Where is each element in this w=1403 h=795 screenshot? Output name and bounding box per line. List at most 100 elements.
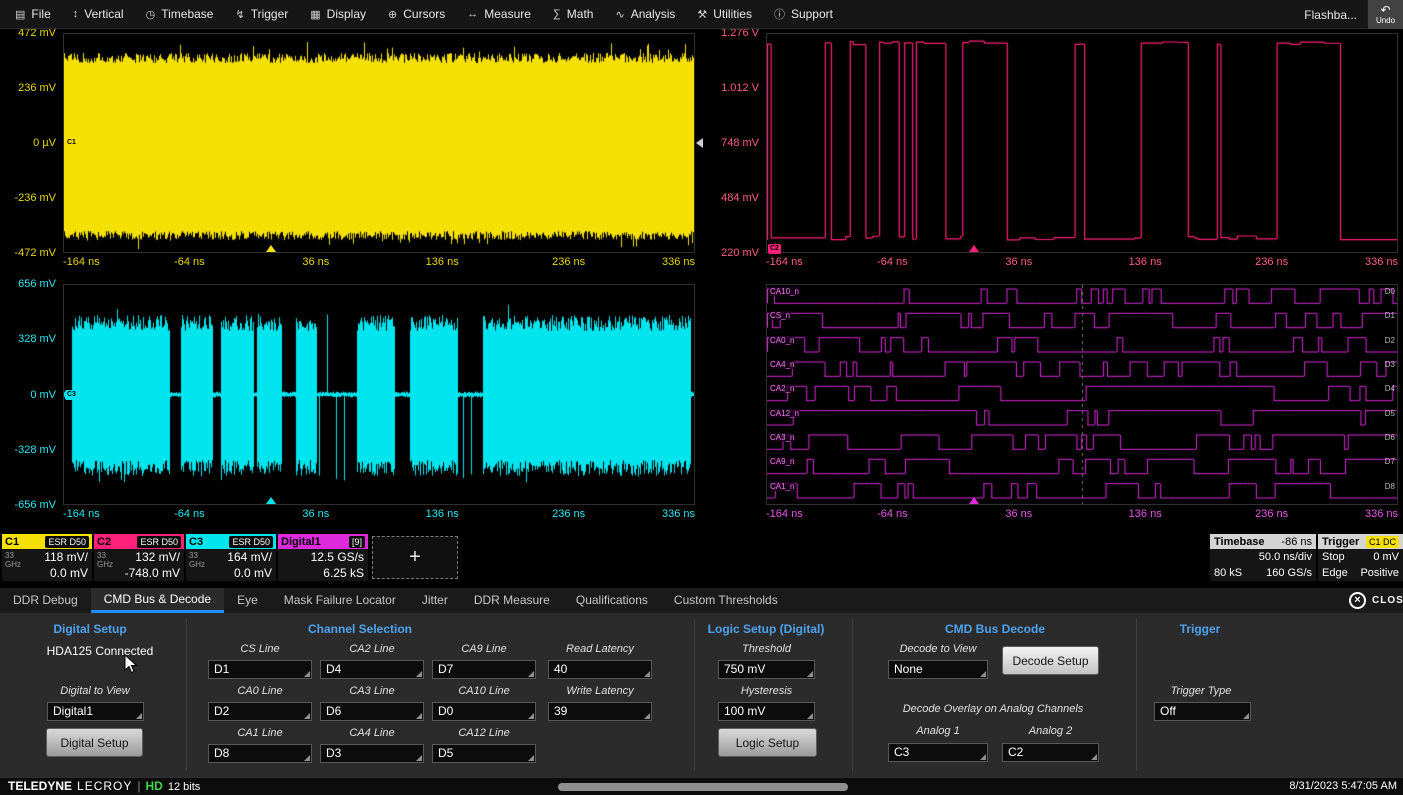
analog1-label: Analog 1 [888,725,988,737]
c2-descriptor-header: C2 ESR D50 [94,534,184,549]
hysteresis-label: Hysteresis [718,685,815,697]
logic-setup-button[interactable]: Logic Setup [718,728,817,757]
trigger-slope: Positive [1360,565,1399,581]
c2-trigger-position-marker[interactable] [969,245,979,252]
tab-jitter[interactable]: Jitter [409,588,461,613]
analog1-select[interactable]: C3 [888,743,988,762]
select-ca10-line[interactable]: D0 [432,702,536,721]
channel-selection-heading: Channel Selection [280,622,440,636]
trigger-type-row: Edge Positive [1318,565,1403,581]
bus-line-label: CA12_n [769,409,800,418]
digital1-descriptor[interactable]: Digital1 [9] 12.5 GS/s 6.25 kS [278,534,368,581]
c3-x-tick-label: 236 ns [552,508,585,520]
read-latency-field[interactable]: 40 [548,660,652,679]
horizontal-scrollbar[interactable] [558,783,848,791]
c3-y-tick-label: 656 mV [0,278,56,290]
select-ca0-line[interactable]: D2 [208,702,312,721]
decode-setup-button[interactable]: Decode Setup [1002,646,1099,675]
tab-eye[interactable]: Eye [224,588,271,613]
c1-descriptor[interactable]: C1 ESR D50 33 GHz 118 mV/ 0.0 mV [2,534,92,581]
tab-custom-thresholds[interactable]: Custom Thresholds [661,588,791,613]
menu-trigger[interactable]: ↯Trigger [224,0,299,28]
threshold-field[interactable]: 750 mV [718,660,815,679]
c2-descriptor[interactable]: C2 ESR D50 33 GHz 132 mV/ -748.0 mV [94,534,184,581]
menu-item-label: Timebase [161,7,213,21]
digital-x-tick-label: 236 ns [1255,508,1288,520]
timebase-sample-row: 80 kS 160 GS/s [1210,565,1316,581]
menu-cursors[interactable]: ⊕Cursors [377,0,456,28]
timebase-per-div: 50.0 ns/div [1259,549,1312,565]
digital-x-tick-label: -64 ns [877,508,908,520]
digital-to-view-select[interactable]: Digital1 [47,702,144,721]
menu-vertical[interactable]: ↕Vertical [62,0,135,28]
menu-display[interactable]: ▦Display [299,0,377,28]
write-latency-field[interactable]: 39 [548,702,652,721]
c3-descriptor[interactable]: C3 ESR D50 33 GHz 164 mV/ 0.0 mV [186,534,276,581]
select-ca1-line[interactable]: D8 [208,744,312,763]
c3-grid: 656 mV328 mV0 mV-328 mV-656 mV C3 -164 n… [63,284,695,505]
c2-grid: 1.276 V1.012 V748 mV484 mV220 mV C2 -164… [766,33,1398,253]
digital-setup-button[interactable]: Digital Setup [46,728,143,757]
select-ca4-line[interactable]: D3 [320,744,424,763]
menu-utilities[interactable]: ⚒Utilities [686,0,763,28]
analog2-select[interactable]: C2 [1002,743,1099,762]
timebase-offset: -86 ns [1281,536,1312,548]
trigger-mode: Stop [1322,549,1345,565]
tab-cmd-bus-decode[interactable]: CMD Bus & Decode [91,588,224,613]
tab-mask-failure-locator[interactable]: Mask Failure Locator [271,588,409,613]
timebase-scale-row: 50.0 ns/div [1210,549,1316,565]
menu-analysis[interactable]: ∿Analysis [604,0,686,28]
timebase-descriptor[interactable]: Timebase -86 ns 50.0 ns/div 80 kS 160 GS… [1210,534,1316,581]
c3-x-tick-label: 336 ns [662,508,695,520]
select-ca3-line[interactable]: D6 [320,702,424,721]
bus-line-label: CS_n [769,311,791,320]
menu-item-label: Math [567,7,594,21]
c2-x-tick-label: -164 ns [766,256,803,268]
c3-values: 164 mV/ 0.0 mV [227,549,272,581]
menu-support[interactable]: ⓘSupport [763,0,844,28]
c2-y-tick-label: 1.012 V [703,82,759,94]
c1-plot[interactable]: C1 [63,33,695,253]
c3-trigger-position-marker[interactable] [266,497,276,504]
timebase-samples: 80 kS [1214,565,1242,581]
menu-math[interactable]: ∑Math [542,0,605,28]
select-cs-line[interactable]: D1 [208,660,312,679]
timebase-header: Timebase -86 ns [1210,534,1316,549]
timebase-rate: 160 GS/s [1266,565,1312,581]
hysteresis-field[interactable]: 100 mV [718,702,815,721]
select-ca9-line[interactable]: D7 [432,660,536,679]
add-trace-button[interactable]: + [372,536,458,579]
menu-timebase[interactable]: ◷Timebase [135,0,225,28]
trigger-type-select[interactable]: Off [1154,702,1251,721]
digital-plot[interactable]: CA10_nD0CS_nD1CA0_nD2CA4_nD3CA2_nD4CA12_… [766,284,1398,505]
trigger-descriptor[interactable]: Trigger C1 DC Stop 0 mV Edge Positive [1318,534,1403,581]
c1-trigger-position-marker[interactable] [266,245,276,252]
select-ca12-line[interactable]: D5 [432,744,536,763]
trigger-title: Trigger [1322,536,1359,548]
flash-status-label: Flashba... [1304,8,1357,22]
tab-ddr-debug[interactable]: DDR Debug [0,588,91,613]
c1-waveform[interactable] [64,34,694,252]
digital-x-tick-label: 336 ns [1365,508,1398,520]
c1-zero-level-marker[interactable]: C1 [65,138,78,148]
file-icon: ▤ [15,8,25,21]
trigger-type-label: Trigger Type [1140,685,1262,697]
digital-trigger-position-marker[interactable] [969,497,979,504]
trigger-mode-row: Stop 0 mV [1318,549,1403,565]
menu-file[interactable]: ▤File [4,0,62,28]
tab-ddr-measure[interactable]: DDR Measure [461,588,563,613]
menu-measure[interactable]: ↔Measure [456,0,542,28]
c3-zero-level-marker[interactable]: C3 [65,390,78,400]
select-ca2-line[interactable]: D4 [320,660,424,679]
c3-waveform[interactable] [64,285,694,504]
dialog-close-button[interactable]: × CLOSE [1349,588,1403,613]
c3-plot[interactable]: C3 [63,284,695,505]
c2-plot[interactable]: C2 [766,33,1398,253]
c2-zero-level-marker[interactable]: C2 [768,244,781,254]
c3-bandwidth: 33 GHz [189,551,205,569]
decode-to-view-select[interactable]: None [888,660,988,679]
tab-qualifications[interactable]: Qualifications [563,588,661,613]
bus-line-labels: CA10_nD0CS_nD1CA0_nD2CA4_nD3CA2_nD4CA12_… [767,285,1397,504]
c2-waveform[interactable] [767,34,1397,252]
undo-button[interactable]: ↶ Undo [1367,0,1403,29]
